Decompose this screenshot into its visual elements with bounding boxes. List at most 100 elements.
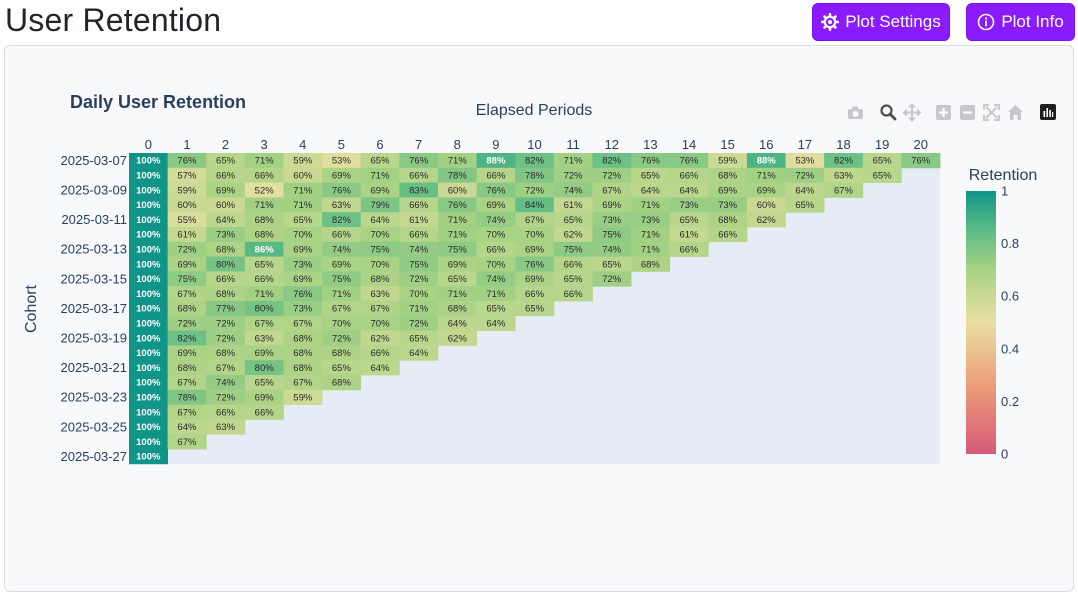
cell-value-label: 66% bbox=[255, 274, 275, 285]
cell-value-label: 74% bbox=[602, 245, 622, 256]
cell-value-label: 65% bbox=[795, 200, 815, 211]
cell-value-label: 71% bbox=[564, 156, 584, 167]
cell-value-label: 69% bbox=[371, 185, 391, 196]
camera-icon[interactable] bbox=[848, 106, 863, 120]
zoom-in-icon[interactable] bbox=[936, 105, 951, 120]
cell-value-label: 64% bbox=[371, 215, 391, 226]
cell-value-label: 68% bbox=[293, 348, 313, 359]
zoom-icon[interactable] bbox=[880, 104, 897, 121]
cell-value-label: 71% bbox=[641, 245, 661, 256]
cell-value-label: 69% bbox=[177, 259, 197, 270]
cell-value-label: 88% bbox=[486, 156, 506, 167]
cell-value-label: 68% bbox=[216, 245, 236, 256]
x-tick-label: 0 bbox=[145, 137, 152, 152]
cell-value-label: 100% bbox=[136, 156, 161, 167]
cell-value-label: 72% bbox=[177, 319, 197, 330]
cell-value-label: 67% bbox=[177, 289, 197, 300]
cell-value-label: 64% bbox=[409, 348, 429, 359]
cell-value-label: 67% bbox=[177, 378, 197, 389]
cell-value-label: 71% bbox=[448, 156, 468, 167]
cell-value-label: 80% bbox=[255, 304, 275, 315]
cell-value-label: 71% bbox=[255, 200, 275, 211]
cell-value-label: 76% bbox=[486, 185, 506, 196]
cell-value-label: 69% bbox=[525, 245, 545, 256]
x-tick-label: 17 bbox=[798, 137, 812, 152]
cell-value-label: 67% bbox=[177, 407, 197, 418]
x-tick-label: 6 bbox=[376, 137, 383, 152]
y-axis-title: Cohort bbox=[23, 284, 40, 333]
x-tick-label: 11 bbox=[566, 137, 580, 152]
cell-value-label: 67% bbox=[293, 319, 313, 330]
cell-value-label: 65% bbox=[641, 171, 661, 182]
x-tick-label: 12 bbox=[605, 137, 619, 152]
plot-info-button[interactable]: Plot Info bbox=[966, 3, 1075, 41]
cell-value-label: 66% bbox=[564, 289, 584, 300]
cell-value-label: 66% bbox=[409, 200, 429, 211]
cell-value-label: 72% bbox=[409, 274, 429, 285]
cell-value-label: 68% bbox=[177, 363, 197, 374]
cell-value-label: 75% bbox=[409, 259, 429, 270]
cell-value-label: 69% bbox=[757, 185, 777, 196]
cell-value-label: 72% bbox=[177, 245, 197, 256]
cell-value-label: 76% bbox=[177, 156, 197, 167]
cell-value-label: 68% bbox=[718, 171, 738, 182]
cell-value-label: 100% bbox=[136, 230, 161, 241]
autoscale-icon[interactable] bbox=[983, 104, 1000, 121]
cell-value-label: 75% bbox=[448, 245, 468, 256]
plotly-logo-icon[interactable] bbox=[1040, 104, 1056, 120]
colorbar-tick-label: 1 bbox=[1001, 184, 1008, 199]
cell-value-label: 75% bbox=[564, 245, 584, 256]
cell-value-label: 78% bbox=[177, 393, 197, 404]
cell-value-label: 70% bbox=[371, 230, 391, 241]
cell-value-label: 65% bbox=[873, 171, 893, 182]
cell-value-label: 67% bbox=[293, 378, 313, 389]
cell-value-label: 68% bbox=[177, 304, 197, 315]
cell-value-label: 77% bbox=[216, 304, 236, 315]
plot-panel: Daily User Retention Elapsed Periods Coh… bbox=[4, 45, 1074, 592]
cell-value-label: 64% bbox=[448, 319, 468, 330]
cell-value-label: 100% bbox=[136, 363, 161, 374]
x-tick-label: 5 bbox=[338, 137, 345, 152]
cell-value-label: 61% bbox=[564, 200, 584, 211]
cell-value-label: 76% bbox=[525, 259, 545, 270]
cell-value-label: 65% bbox=[448, 274, 468, 285]
reset-axes-icon[interactable] bbox=[1008, 105, 1023, 120]
cell-value-label: 100% bbox=[136, 422, 161, 433]
cell-value-label: 72% bbox=[795, 171, 815, 182]
cell-value-label: 100% bbox=[136, 200, 161, 211]
cell-value-label: 64% bbox=[486, 319, 506, 330]
cell-value-label: 64% bbox=[371, 363, 391, 374]
colorbar-gradient bbox=[966, 191, 996, 454]
cell-value-label: 75% bbox=[371, 245, 391, 256]
cell-value-label: 100% bbox=[136, 289, 161, 300]
cell-value-label: 69% bbox=[718, 185, 738, 196]
cell-value-label: 70% bbox=[486, 230, 506, 241]
cell-value-label: 66% bbox=[525, 289, 545, 300]
cell-value-label: 71% bbox=[255, 156, 275, 167]
plot-settings-button[interactable]: Plot Settings bbox=[812, 3, 950, 41]
retention-heatmap-chart: Daily User Retention Elapsed Periods Coh… bbox=[23, 92, 1056, 465]
cell-value-label: 71% bbox=[448, 215, 468, 226]
cell-value-label: 67% bbox=[216, 363, 236, 374]
cell-value-label: 68% bbox=[371, 274, 391, 285]
y-tick-label: 2025-03-09 bbox=[61, 183, 128, 198]
cell-value-label: 60% bbox=[216, 200, 236, 211]
cell-value-label: 76% bbox=[679, 156, 699, 167]
colorbar-tick-label: 0.4 bbox=[1001, 341, 1019, 356]
cell-value-label: 70% bbox=[486, 259, 506, 270]
cell-value-label: 71% bbox=[332, 289, 352, 300]
cell-value-label: 66% bbox=[679, 245, 699, 256]
x-tick-label: 3 bbox=[261, 137, 268, 152]
gear-icon bbox=[821, 13, 840, 31]
cell-value-label: 62% bbox=[371, 333, 391, 344]
cell-value-label: 84% bbox=[525, 200, 545, 211]
cell-value-label: 69% bbox=[216, 185, 236, 196]
cell-value-label: 67% bbox=[177, 437, 197, 448]
pan-icon[interactable] bbox=[902, 103, 922, 122]
zoom-out-icon[interactable] bbox=[960, 105, 975, 120]
colorbar-tick-label: 0.8 bbox=[1001, 236, 1019, 251]
cell-value-label: 65% bbox=[873, 156, 893, 167]
cell-value-label: 69% bbox=[525, 274, 545, 285]
y-tick-label: 2025-03-13 bbox=[61, 242, 128, 257]
cell-value-label: 65% bbox=[255, 378, 275, 389]
